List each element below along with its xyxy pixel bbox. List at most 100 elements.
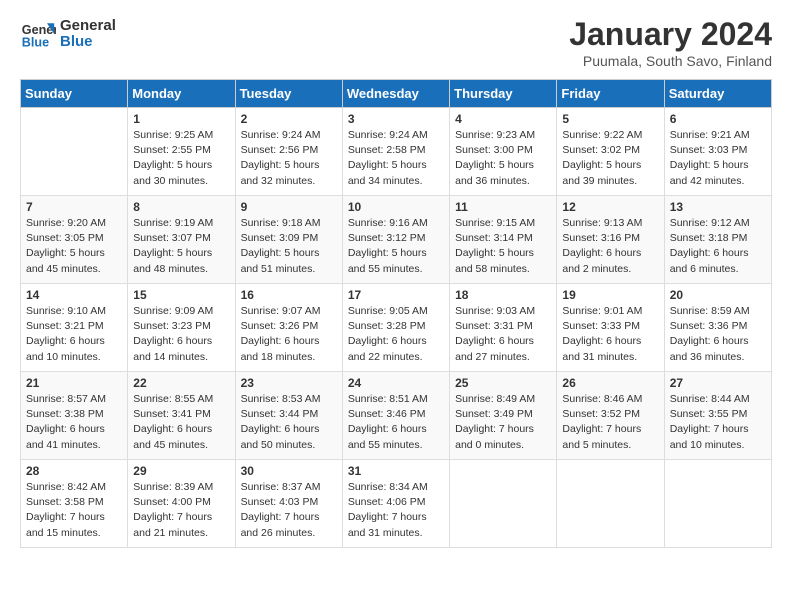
calendar-cell: 28Sunrise: 8:42 AMSunset: 3:58 PMDayligh… [21, 460, 128, 548]
page-header: General Blue General Blue January 2024 P… [20, 16, 772, 69]
calendar-cell: 29 Sunrise: 8:39 AMSunset: 4:00 PMDayligh… [128, 460, 235, 548]
day-number: 30 [241, 464, 337, 478]
calendar-cell: 9Sunrise: 9:18 AMSunset: 3:09 PMDaylight… [235, 196, 342, 284]
day-number: 27 [670, 376, 766, 390]
day-info: Sunrise: 9:15 AMSunset: 3:14 PMDaylight:… [455, 216, 551, 277]
day-info: Sunrise: 9:07 AMSunset: 3:26 PMDaylight:… [241, 304, 337, 365]
day-info: Sunrise: 9:13 AMSunset: 3:16 PMDaylight:… [562, 216, 658, 277]
day-info: Sunrise: 9:24 AMSunset: 2:56 PMDaylight:… [241, 128, 337, 189]
day-number: 16 [241, 288, 337, 302]
day-number: 25 [455, 376, 551, 390]
day-number: 21 [26, 376, 122, 390]
calendar-cell: 18 Sunrise: 9:03 AMSunset: 3:31 PMDayligh… [450, 284, 557, 372]
day-info: Sunrise: 8:42 AMSunset: 3:58 PMDaylight:… [26, 480, 122, 541]
calendar-cell: 25 Sunrise: 8:49 AMSunset: 3:49 PMDayligh… [450, 372, 557, 460]
calendar-cell: 24 Sunrise: 8:51 AMSunset: 3:46 PMDayligh… [342, 372, 449, 460]
day-number: 8 [133, 200, 229, 214]
day-info: Sunrise: 9:22 AMSunset: 3:02 PMDaylight:… [562, 128, 658, 189]
calendar-cell: 31Sunrise: 8:34 AMSunset: 4:06 PMDayligh… [342, 460, 449, 548]
calendar-table: SundayMondayTuesdayWednesdayThursdayFrid… [20, 79, 772, 548]
header-day-sunday: Sunday [21, 80, 128, 108]
calendar-cell: 8 Sunrise: 9:19 AMSunset: 3:07 PMDaylight… [128, 196, 235, 284]
day-number: 14 [26, 288, 122, 302]
calendar-week-1: 1Sunrise: 9:25 AMSunset: 2:55 PMDaylight… [21, 108, 772, 196]
calendar-cell: 20Sunrise: 8:59 AMSunset: 3:36 PMDayligh… [664, 284, 771, 372]
day-info: Sunrise: 9:12 AMSunset: 3:18 PMDaylight:… [670, 216, 766, 277]
day-info: Sunrise: 9:19 AMSunset: 3:07 PMDaylight:… [133, 216, 229, 277]
day-info: Sunrise: 9:03 AMSunset: 3:31 PMDaylight:… [455, 304, 551, 365]
calendar-cell [21, 108, 128, 196]
calendar-cell: 5 Sunrise: 9:22 AMSunset: 3:02 PMDaylight… [557, 108, 664, 196]
day-number: 6 [670, 112, 766, 126]
day-info: Sunrise: 9:01 AMSunset: 3:33 PMDaylight:… [562, 304, 658, 365]
day-info: Sunrise: 8:55 AMSunset: 3:41 PMDaylight:… [133, 392, 229, 453]
day-number: 4 [455, 112, 551, 126]
day-info: Sunrise: 8:53 AMSunset: 3:44 PMDaylight:… [241, 392, 337, 453]
day-info: Sunrise: 9:20 AMSunset: 3:05 PMDaylight:… [26, 216, 122, 277]
calendar-cell [450, 460, 557, 548]
day-number: 3 [348, 112, 444, 126]
header-day-wednesday: Wednesday [342, 80, 449, 108]
header-day-friday: Friday [557, 80, 664, 108]
calendar-cell: 3 Sunrise: 9:24 AMSunset: 2:58 PMDaylight… [342, 108, 449, 196]
month-title: January 2024 [569, 16, 772, 53]
calendar-cell: 21 Sunrise: 8:57 AMSunset: 3:38 PMDayligh… [21, 372, 128, 460]
day-number: 26 [562, 376, 658, 390]
day-number: 9 [241, 200, 337, 214]
calendar-cell [664, 460, 771, 548]
header-day-tuesday: Tuesday [235, 80, 342, 108]
calendar-cell: 26 Sunrise: 8:46 AMSunset: 3:52 PMDayligh… [557, 372, 664, 460]
header-day-thursday: Thursday [450, 80, 557, 108]
day-info: Sunrise: 8:39 AMSunset: 4:00 PMDaylight:… [133, 480, 229, 541]
day-number: 13 [670, 200, 766, 214]
day-number: 29 [133, 464, 229, 478]
calendar-header: SundayMondayTuesdayWednesdayThursdayFrid… [21, 80, 772, 108]
calendar-cell: 10 Sunrise: 9:16 AMSunset: 3:12 PMDayligh… [342, 196, 449, 284]
day-info: Sunrise: 9:21 AMSunset: 3:03 PMDaylight:… [670, 128, 766, 189]
day-number: 5 [562, 112, 658, 126]
day-info: Sunrise: 8:46 AMSunset: 3:52 PMDaylight:… [562, 392, 658, 453]
calendar-cell: 14 Sunrise: 9:10 AMSunset: 3:21 PMDayligh… [21, 284, 128, 372]
day-info: Sunrise: 9:10 AMSunset: 3:21 PMDaylight:… [26, 304, 122, 365]
logo-icon: General Blue [20, 16, 56, 52]
day-info: Sunrise: 9:09 AMSunset: 3:23 PMDaylight:… [133, 304, 229, 365]
calendar-cell: 17Sunrise: 9:05 AMSunset: 3:28 PMDayligh… [342, 284, 449, 372]
calendar-cell: 30 Sunrise: 8:37 AMSunset: 4:03 PMDayligh… [235, 460, 342, 548]
day-number: 11 [455, 200, 551, 214]
day-number: 24 [348, 376, 444, 390]
day-info: Sunrise: 9:25 AMSunset: 2:55 PMDaylight:… [133, 128, 229, 189]
calendar-cell: 13 Sunrise: 9:12 AMSunset: 3:18 PMDayligh… [664, 196, 771, 284]
title-area: January 2024 Puumala, South Savo, Finlan… [569, 16, 772, 69]
day-number: 15 [133, 288, 229, 302]
day-info: Sunrise: 8:57 AMSunset: 3:38 PMDaylight:… [26, 392, 122, 453]
day-info: Sunrise: 9:24 AMSunset: 2:58 PMDaylight:… [348, 128, 444, 189]
day-info: Sunrise: 8:49 AMSunset: 3:49 PMDaylight:… [455, 392, 551, 453]
calendar-cell: 27 Sunrise: 8:44 AMSunset: 3:55 PMDayligh… [664, 372, 771, 460]
day-number: 2 [241, 112, 337, 126]
calendar-cell: 11 Sunrise: 9:15 AMSunset: 3:14 PMDayligh… [450, 196, 557, 284]
calendar-cell: 6 Sunrise: 9:21 AMSunset: 3:03 PMDaylight… [664, 108, 771, 196]
calendar-week-3: 14 Sunrise: 9:10 AMSunset: 3:21 PMDayligh… [21, 284, 772, 372]
day-number: 23 [241, 376, 337, 390]
location-subtitle: Puumala, South Savo, Finland [569, 53, 772, 69]
calendar-cell: 22Sunrise: 8:55 AMSunset: 3:41 PMDayligh… [128, 372, 235, 460]
logo: General Blue General Blue [20, 16, 116, 52]
logo-general: General [60, 18, 116, 35]
day-number: 10 [348, 200, 444, 214]
calendar-cell: 2 Sunrise: 9:24 AMSunset: 2:56 PMDaylight… [235, 108, 342, 196]
day-info: Sunrise: 8:51 AMSunset: 3:46 PMDaylight:… [348, 392, 444, 453]
calendar-cell: 19 Sunrise: 9:01 AMSunset: 3:33 PMDayligh… [557, 284, 664, 372]
calendar-week-5: 28Sunrise: 8:42 AMSunset: 3:58 PMDayligh… [21, 460, 772, 548]
day-info: Sunrise: 8:44 AMSunset: 3:55 PMDaylight:… [670, 392, 766, 453]
day-number: 19 [562, 288, 658, 302]
header-day-saturday: Saturday [664, 80, 771, 108]
day-info: Sunrise: 8:37 AMSunset: 4:03 PMDaylight:… [241, 480, 337, 541]
calendar-cell [557, 460, 664, 548]
calendar-cell: 12 Sunrise: 9:13 AMSunset: 3:16 PMDayligh… [557, 196, 664, 284]
logo-blue: Blue [60, 34, 116, 51]
day-info: Sunrise: 9:23 AMSunset: 3:00 PMDaylight:… [455, 128, 551, 189]
day-number: 18 [455, 288, 551, 302]
day-info: Sunrise: 9:16 AMSunset: 3:12 PMDaylight:… [348, 216, 444, 277]
calendar-cell: 15 Sunrise: 9:09 AMSunset: 3:23 PMDayligh… [128, 284, 235, 372]
day-number: 12 [562, 200, 658, 214]
